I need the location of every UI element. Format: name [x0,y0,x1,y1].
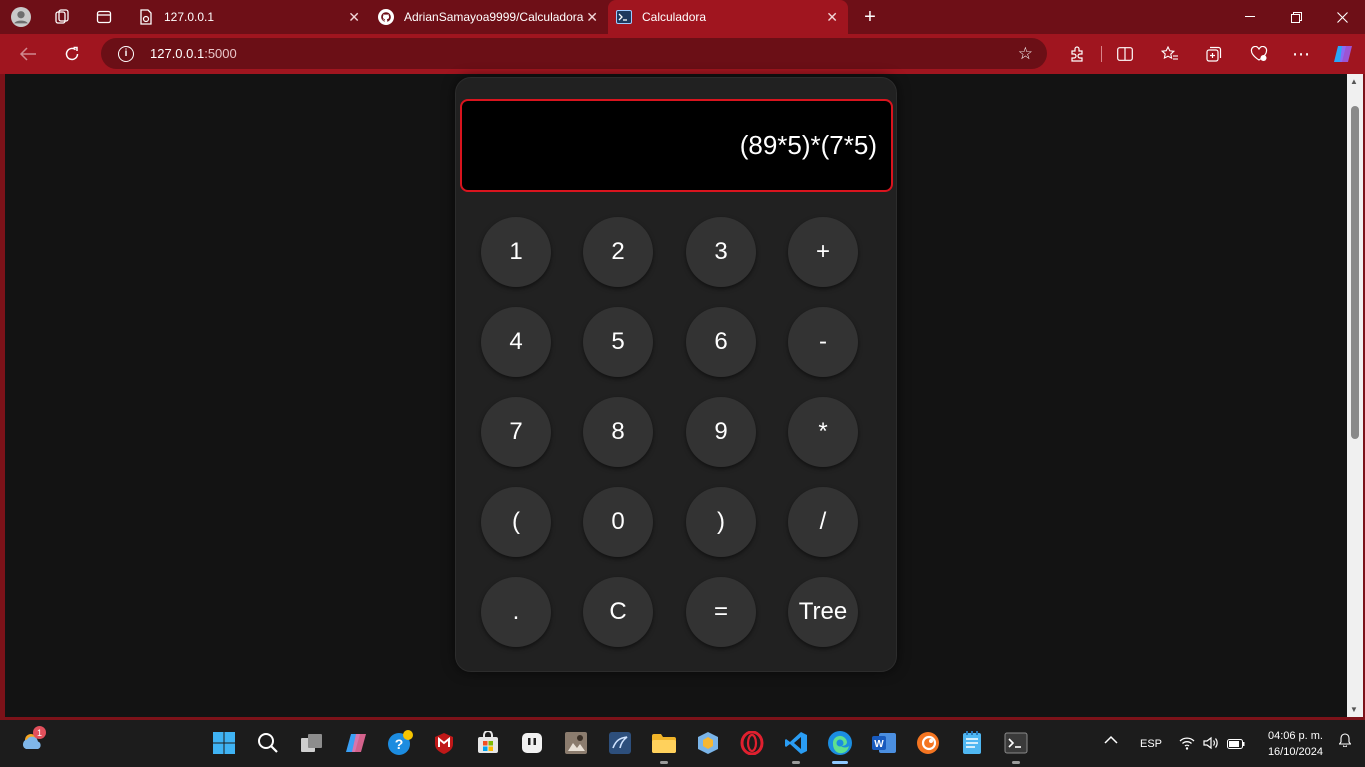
tab-title: AdrianSamayoa9999/Calculadora [404,10,584,24]
edge-icon[interactable] [827,730,853,764]
terminal-icon [616,9,632,25]
scroll-up-icon[interactable]: ▲ [1350,77,1358,86]
key-3[interactable]: 3 [686,217,756,287]
new-tab-icon[interactable]: + [860,6,880,28]
refresh-icon[interactable] [61,43,83,65]
restore-icon[interactable] [1273,0,1319,34]
more-options-icon[interactable]: ⋯ [1290,43,1312,65]
url-host: 127.0.0.1 [150,46,205,61]
virtualbox-icon[interactable] [695,730,721,756]
tab-actions-icon[interactable] [94,7,114,27]
calculator: (89*5)*(7*5) 1 2 3 + 4 5 6 - 7 8 9 * ( 0… [455,77,897,672]
weather-widget-icon[interactable]: 1 [20,726,46,755]
page-icon [138,9,154,25]
key-0[interactable]: 0 [583,487,653,557]
browser-title-bar: 127.0.0.1 ✕ AdrianSamayoa9999/Calculador… [0,0,1365,34]
close-tab-icon[interactable]: ✕ [826,9,838,26]
key-minus[interactable]: - [788,307,858,377]
favorites-icon[interactable] [1159,43,1181,65]
key-6[interactable]: 6 [686,307,756,377]
svg-text:W: W [874,739,884,750]
notepad-icon[interactable] [959,730,985,756]
photo-app-icon[interactable] [563,730,589,756]
word-icon[interactable]: W [871,730,897,756]
terminal-app-icon[interactable] [1003,730,1029,764]
copilot-icon[interactable] [1332,43,1354,65]
start-icon[interactable] [211,730,237,756]
battery-icon[interactable] [1227,738,1245,752]
key-decimal[interactable]: . [481,577,551,647]
key-5[interactable]: 5 [583,307,653,377]
app-icon[interactable] [519,730,545,756]
volume-icon[interactable] [1203,736,1219,753]
browser-toolbar: i 127.0.0.1:5000 ☆ ⋯ [0,34,1365,74]
key-tree[interactable]: Tree [788,577,858,647]
favorite-star-icon[interactable]: ☆ [1018,44,1033,64]
collections-icon[interactable] [1203,43,1225,65]
help-icon[interactable]: ? [387,730,413,756]
scrollbar-thumb[interactable] [1351,106,1359,439]
clock-time: 04:06 p. m. [1267,730,1323,742]
key-equals[interactable]: = [686,577,756,647]
github-icon [378,9,394,25]
chevron-up-icon[interactable] [1104,734,1118,748]
close-tab-icon[interactable]: ✕ [348,9,360,26]
vscode-icon[interactable] [783,730,809,764]
minimize-icon[interactable] [1227,0,1273,34]
extensions-icon[interactable] [1066,43,1088,65]
url-port: :5000 [204,46,237,61]
mcafee-icon[interactable] [431,730,457,756]
calculator-display: (89*5)*(7*5) [460,99,893,192]
svg-text:?: ? [395,736,404,752]
tab-title: 127.0.0.1 [164,10,215,24]
workspaces-icon[interactable] [52,7,72,27]
clock-date: 16/10/2024 [1267,746,1323,758]
copilot-taskbar-icon[interactable] [343,730,369,756]
notifications-icon[interactable] [1338,733,1352,752]
vertical-scrollbar[interactable]: ▲ ▼ [1347,74,1363,717]
key-4[interactable]: 4 [481,307,551,377]
clock[interactable]: 04:06 p. m. 16/10/2024 [1268,728,1323,760]
key-8[interactable]: 8 [583,397,653,467]
key-9[interactable]: 9 [686,397,756,467]
key-plus[interactable]: + [788,217,858,287]
taskbar: 1 ? W ESP 04:06 p. m. 16/10/2024 [0,720,1365,767]
opera-icon[interactable] [739,730,765,756]
language-indicator[interactable]: ESP [1140,738,1162,750]
scroll-down-icon[interactable]: ▼ [1350,705,1358,714]
key-divide[interactable]: / [788,487,858,557]
key-1[interactable]: 1 [481,217,551,287]
back-icon[interactable] [17,43,39,65]
split-screen-icon[interactable] [1114,43,1136,65]
tab-localhost[interactable]: 127.0.0.1 ✕ [130,0,370,34]
file-explorer-icon[interactable] [651,730,677,764]
site-info-icon[interactable]: i [118,45,134,62]
toolbar-divider [1101,46,1102,62]
key-2[interactable]: 2 [583,217,653,287]
key-7[interactable]: 7 [481,397,551,467]
close-tab-icon[interactable]: ✕ [586,9,598,26]
tab-github[interactable]: AdrianSamayoa9999/Calculadora ✕ [370,0,608,34]
browser-essentials-icon[interactable] [1248,43,1270,65]
key-multiply[interactable]: * [788,397,858,467]
wifi-icon[interactable] [1179,736,1195,753]
key-open-paren[interactable]: ( [481,487,551,557]
mysql-workbench-icon[interactable] [607,730,633,756]
url-text: 127.0.0.1:5000 [150,46,237,61]
key-clear[interactable]: C [583,577,653,647]
key-close-paren[interactable]: ) [686,487,756,557]
crunchyroll-icon[interactable] [915,730,941,756]
store-icon[interactable] [475,730,501,756]
task-view-icon[interactable] [299,730,325,756]
close-window-icon[interactable] [1319,0,1365,34]
profile-avatar-icon[interactable] [11,7,31,27]
notification-badge: 1 [33,726,46,739]
tab-calculadora[interactable]: Calculadora ✕ [608,0,848,34]
tab-title: Calculadora [642,10,707,24]
address-bar[interactable]: i 127.0.0.1:5000 ☆ [101,38,1047,69]
search-icon[interactable] [255,730,281,756]
